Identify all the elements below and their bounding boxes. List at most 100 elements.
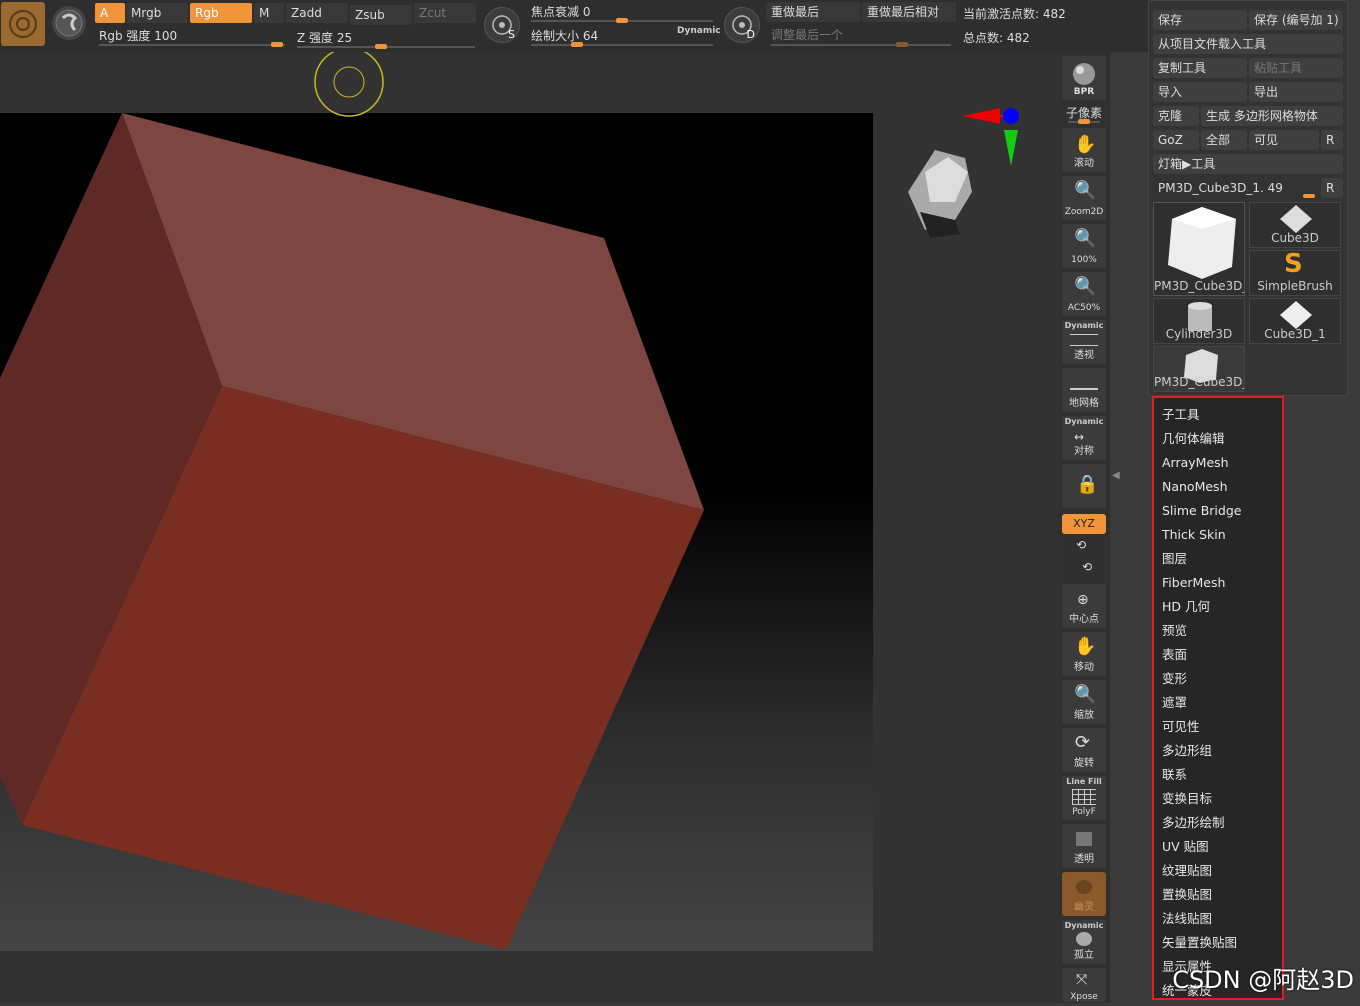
a-button[interactable]: A — [95, 3, 125, 23]
zadd-button[interactable]: Zadd — [286, 3, 348, 23]
rgb-intensity-slider[interactable] — [99, 42, 285, 47]
polyf-label: PolyF — [1072, 807, 1096, 817]
current-tool-r-button[interactable]: R — [1321, 178, 1343, 198]
ac50-button[interactable]: 🔍 AC50% — [1062, 272, 1106, 316]
move-button[interactable]: ✋ 移动 — [1062, 632, 1106, 676]
bpr-button[interactable]: BPR — [1062, 56, 1106, 100]
zoom100-button[interactable]: 🔍 100% — [1062, 224, 1106, 268]
dynamic-label[interactable]: Dynamic — [677, 26, 721, 36]
redo-last-relative-button[interactable]: 重做最后相对 — [862, 2, 956, 22]
subpalette-item[interactable]: ArrayMesh — [1162, 454, 1282, 478]
navigation-gizmo-icon — [908, 108, 1019, 238]
subpalette-item[interactable]: 纹理贴图 — [1162, 862, 1282, 886]
subpalette-item[interactable]: 变形 — [1162, 670, 1282, 694]
collapse-arrow-icon[interactable]: ◀ — [1112, 470, 1120, 490]
subpalette-item[interactable]: 多边形组 — [1162, 742, 1282, 766]
scene-svg[interactable] — [0, 52, 1058, 1003]
perspective-button[interactable]: Dynamic 透视 — [1062, 320, 1106, 364]
solo-icon — [1076, 932, 1092, 946]
draw-size-label: 绘制大小 64 — [531, 29, 599, 43]
adjust-last-slider[interactable] — [771, 42, 951, 47]
goz-all-button[interactable]: 全部 — [1201, 130, 1247, 150]
subpalette-item[interactable]: Thick Skin — [1162, 526, 1282, 550]
export-button[interactable]: 导出 — [1249, 82, 1343, 102]
floor-button[interactable]: 地网格 — [1062, 368, 1106, 412]
xpose-button[interactable]: ⤧ Xpose — [1062, 968, 1106, 1002]
subpixel-slider[interactable] — [1068, 119, 1100, 124]
watermark: CSDN @阿赵3D — [1172, 966, 1354, 994]
subpalette-item[interactable]: UV 贴图 — [1162, 838, 1282, 862]
subpalette-item[interactable]: 法线贴图 — [1162, 910, 1282, 934]
focal-shift-icon[interactable]: S — [484, 7, 520, 43]
subpalette-item[interactable]: 图层 — [1162, 550, 1282, 574]
subpalette-item[interactable]: 变换目标 — [1162, 790, 1282, 814]
transparent-button[interactable]: 透明 — [1062, 824, 1106, 868]
subpalette-item[interactable]: 联系 — [1162, 766, 1282, 790]
subpalette-item[interactable]: Slime Bridge — [1162, 502, 1282, 526]
solo-button[interactable]: Dynamic 孤立 — [1062, 920, 1106, 964]
subpalette-item[interactable]: 预览 — [1162, 622, 1282, 646]
zoom2d-button[interactable]: 🔍 Zoom2D — [1062, 176, 1106, 220]
dynamic-tag: Dynamic — [1064, 417, 1104, 426]
polyf-button[interactable]: Line Fill PolyF — [1062, 776, 1106, 820]
zsub-button[interactable]: Zsub — [350, 5, 412, 25]
rgb-button[interactable]: Rgb — [190, 3, 252, 23]
subpalette-item[interactable]: 多边形绘制 — [1162, 814, 1282, 838]
goz-visible-button[interactable]: 可见 — [1249, 130, 1319, 150]
subpalette-item[interactable]: FiberMesh — [1162, 574, 1282, 598]
symmetry-button[interactable]: Dynamic ↔ 对称 — [1062, 416, 1106, 460]
tool-thumb-pm3d-cube[interactable]: PM3D_Cube3D_ — [1153, 202, 1245, 296]
rotate-z-icon[interactable]: ⟲ — [1082, 560, 1092, 574]
adjust-last-label: 调整最后一个 — [771, 28, 844, 42]
z-intensity-slider[interactable] — [297, 44, 475, 49]
zcut-button[interactable]: Zcut — [414, 3, 476, 23]
redo-last-button[interactable]: 重做最后 — [766, 2, 860, 22]
tool-thumb-label: Cube3D_1 — [1264, 327, 1326, 341]
scale-button[interactable]: 🔍 缩放 — [1062, 680, 1106, 724]
subpalette-item[interactable]: 表面 — [1162, 646, 1282, 670]
copy-tool-button[interactable]: 复制工具 — [1153, 58, 1247, 78]
goz-button[interactable]: GoZ — [1153, 130, 1199, 150]
zbrush-logo-icon[interactable] — [1, 2, 45, 46]
subpalette-item[interactable]: HD 几何 — [1162, 598, 1282, 622]
current-tool-slider[interactable]: PM3D_Cube3D_1. 49 — [1153, 178, 1319, 198]
tool-thumb-cylinder3d[interactable]: Cylinder3D — [1153, 298, 1245, 344]
save-increment-button[interactable]: 保存 (编号加 1) — [1249, 10, 1343, 30]
tool-thumb-label: Cube3D — [1271, 231, 1319, 245]
subpalette-item[interactable]: 几何体编辑 — [1162, 430, 1282, 454]
center-button[interactable]: ⊕ 中心点 — [1062, 584, 1106, 628]
draw-size-slider[interactable] — [531, 42, 713, 47]
m-button[interactable]: M — [254, 3, 284, 23]
ghost-button[interactable]: 幽灵 — [1062, 872, 1106, 916]
import-button[interactable]: 导入 — [1153, 82, 1247, 102]
lightbox-tools-button[interactable]: 灯箱▶工具 — [1153, 154, 1343, 174]
tool-thumb-cube3d[interactable]: Cube3D — [1249, 202, 1341, 248]
paste-tool-button[interactable]: 粘贴工具 — [1249, 58, 1343, 78]
mrgb-button[interactable]: Mrgb — [126, 3, 188, 23]
tool-thumb-cube3d-1[interactable]: Cube3D_1 — [1249, 298, 1341, 344]
load-from-project-button[interactable]: 从项目文件载入工具 — [1153, 34, 1343, 54]
tool-thumb-pm3d-cube-2[interactable]: PM3D_Cube3D_ — [1153, 346, 1245, 392]
rotate-button[interactable]: ⟳ 旋转 — [1062, 728, 1106, 772]
subpalette-item[interactable]: NanoMesh — [1162, 478, 1282, 502]
redo-icon[interactable]: D — [724, 7, 760, 43]
subpalette-item[interactable]: 置换贴图 — [1162, 886, 1282, 910]
subpalette-item[interactable]: 子工具 — [1162, 406, 1282, 430]
subpalette-item[interactable]: 遮罩 — [1162, 694, 1282, 718]
tool-thumb-simplebrush[interactable]: S SimpleBrush — [1249, 249, 1341, 296]
brush-icon[interactable] — [52, 6, 86, 40]
scroll-button[interactable]: ✋ 滚动 — [1062, 128, 1106, 172]
clone-button[interactable]: 克隆 — [1153, 106, 1199, 126]
xyz-button[interactable]: XYZ — [1062, 514, 1106, 534]
goz-r-button[interactable]: R — [1321, 130, 1343, 150]
linefill-tag: Line Fill — [1066, 777, 1102, 786]
lock-button[interactable]: 🔒 — [1062, 464, 1106, 508]
subpalette-item[interactable]: 矢量置换贴图 — [1162, 934, 1282, 958]
rotate-y-icon[interactable]: ⟲ — [1076, 538, 1086, 552]
focal-shift-slider[interactable] — [531, 18, 713, 23]
make-polymesh-button[interactable]: 生成 多边形网格物体 — [1201, 106, 1343, 126]
subpalette-item[interactable]: 可见性 — [1162, 718, 1282, 742]
save-button[interactable]: 保存 — [1153, 10, 1247, 30]
ghost-icon — [1076, 880, 1092, 894]
center-icon: ⊕ — [1077, 592, 1089, 608]
